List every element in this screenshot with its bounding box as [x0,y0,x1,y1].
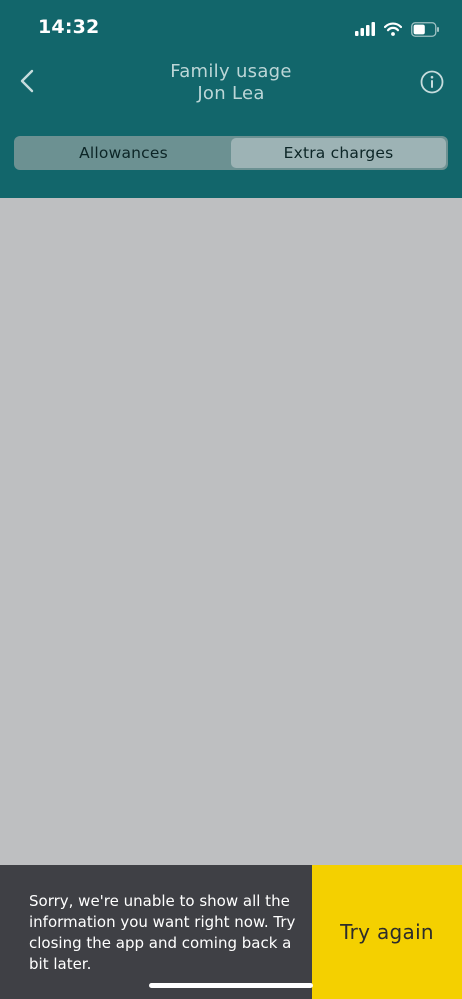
try-again-button[interactable]: Try again [312,865,462,999]
wifi-icon [384,22,402,36]
back-button[interactable] [14,64,40,98]
cellular-signal-icon [355,22,375,36]
page-subtitle: Jon Lea [197,83,265,104]
tab-allowances[interactable]: Allowances [16,138,231,168]
home-indicator[interactable] [149,983,313,988]
battery-icon [411,21,439,37]
usage-tab-switcher: Allowances Extra charges [14,136,448,170]
app-header: 14:32 Family usage Jon Lea Allowances Ex… [0,0,462,198]
error-message: Sorry, we're unable to show all the info… [0,865,312,999]
info-icon [420,70,444,94]
page-title: Family usage [170,61,292,82]
info-button[interactable] [419,69,445,95]
status-icons [355,20,440,38]
content-area [0,198,462,865]
header-title-block: Family usage Jon Lea [100,61,362,105]
tab-extra-charges[interactable]: Extra charges [231,138,446,168]
chevron-left-icon [20,69,34,93]
error-banner: Sorry, we're unable to show all the info… [0,865,462,999]
status-time: 14:32 [38,16,100,38]
